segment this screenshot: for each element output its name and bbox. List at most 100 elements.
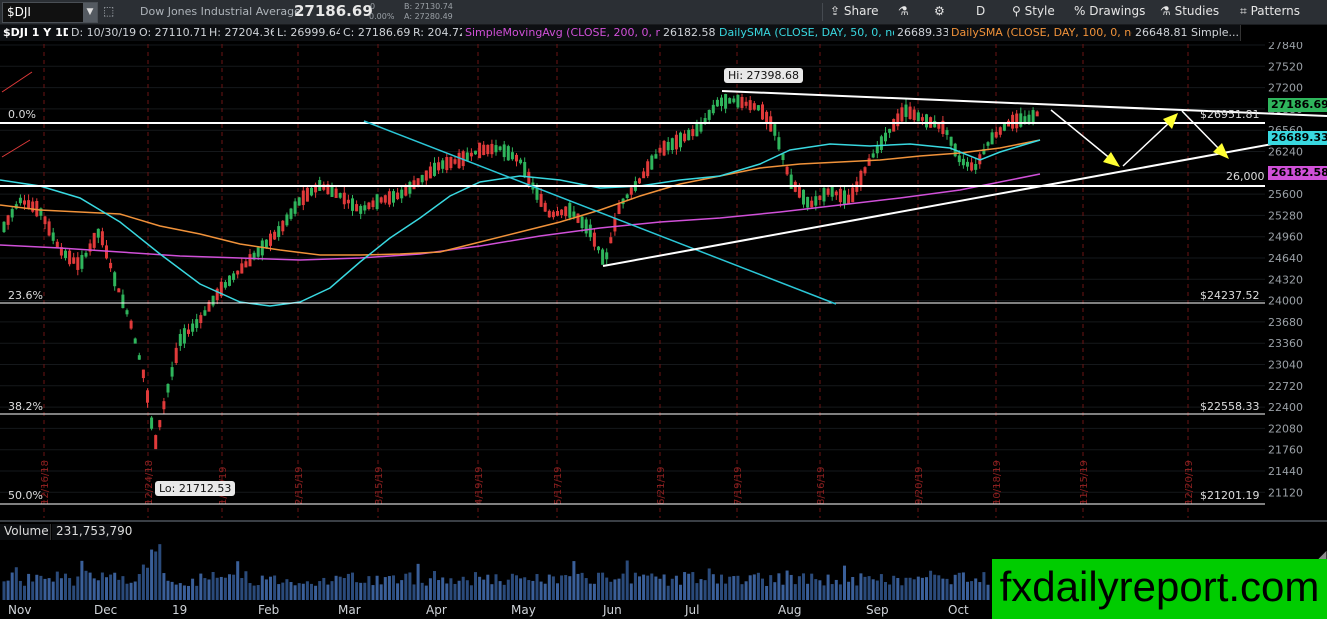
candle-body <box>679 132 682 148</box>
volume-bar <box>162 573 166 600</box>
volume-bar <box>420 582 424 600</box>
date-marker-label: 9/20/19 <box>914 466 925 505</box>
volume-bar <box>810 573 814 600</box>
volume-bar <box>187 585 190 600</box>
patterns-button[interactable]: ⌗ Patterns <box>1240 2 1300 21</box>
candle-body <box>449 156 453 169</box>
gear-icon: ⚙ <box>934 4 945 18</box>
candle-body <box>1031 110 1035 123</box>
top-toolbar: $DJI ▼ ⬚ Dow Jones Industrial Average 27… <box>0 0 1327 25</box>
candle-body <box>670 138 674 151</box>
symbol-selector[interactable]: $DJI ▼ <box>2 2 98 23</box>
volume-bar <box>986 584 990 600</box>
volume-bars <box>2 544 990 600</box>
sma200-price-tag: 26182.58 <box>1268 166 1327 180</box>
volume-bar <box>137 574 141 600</box>
volume-bar <box>916 576 920 600</box>
settings-button[interactable]: ⚙ <box>934 2 945 21</box>
volume-bar <box>929 570 933 600</box>
candle-body <box>355 204 359 212</box>
volume-bar <box>383 577 387 600</box>
fib-382-label: 38.2% <box>8 400 43 413</box>
volume-bar <box>900 585 904 600</box>
price-chart[interactable]: 12/16/1812/24/181/18/192/15/193/15/194/1… <box>0 42 1327 520</box>
volume-bar <box>2 581 6 600</box>
candle-body <box>556 210 559 216</box>
candle-body <box>728 98 732 104</box>
candle-body <box>900 107 904 122</box>
volume-bar <box>756 572 760 600</box>
symbol-input[interactable]: $DJI <box>7 5 31 19</box>
candle-body <box>568 202 572 218</box>
fib-236-value: $24237.52 <box>1200 289 1260 302</box>
volume-bar <box>334 575 338 600</box>
candle-body <box>359 205 363 214</box>
candle-body <box>547 210 551 218</box>
candle-body <box>597 246 600 251</box>
volume-bar <box>355 582 359 600</box>
volume-bar <box>715 583 719 600</box>
price-axis-label: 26240 <box>1268 146 1303 159</box>
volume-bar <box>396 583 400 600</box>
candle-body <box>236 270 240 275</box>
candle-body <box>170 367 174 377</box>
candle-body <box>990 132 994 145</box>
volume-bar <box>519 578 523 600</box>
price-axis-label: 21760 <box>1268 444 1303 457</box>
style-button[interactable]: ⚲ Style <box>1012 2 1055 21</box>
date-marker-label: 10/18/19 <box>992 460 1003 505</box>
candle-body <box>740 97 744 108</box>
share-button[interactable]: ⇪ Share <box>830 2 879 21</box>
drawings-button[interactable]: % Drawings <box>1074 2 1145 21</box>
candle-body <box>806 196 810 208</box>
sma200-label[interactable]: SimpleMovingAvg (CLOSE, 200, 0, no) <box>462 25 673 41</box>
candle-body <box>986 142 990 146</box>
candle-body <box>629 187 633 195</box>
candle-body <box>133 338 137 344</box>
candle-body <box>420 174 424 183</box>
volume-bar <box>711 574 715 600</box>
volume-bar <box>847 581 851 600</box>
last-price-tag: 27186.69 <box>1268 98 1327 112</box>
price-axis-label: 23360 <box>1268 337 1303 350</box>
date-marker-label: 12/24/18 <box>144 460 155 505</box>
date-tick: Aug <box>778 603 802 617</box>
volume-bar <box>662 574 666 600</box>
link-icon[interactable]: ⬚ <box>103 4 114 18</box>
chevron-down-icon[interactable]: ▼ <box>83 3 97 22</box>
candle-body <box>121 294 125 309</box>
volume-bar <box>133 581 137 600</box>
date-marker-label: 6/21/19 <box>656 466 667 505</box>
drawings-label: Drawings <box>1089 4 1146 18</box>
volume-bar <box>879 574 883 600</box>
chart-title[interactable]: $DJI 1 Y 1D <box>0 25 72 41</box>
candle-body <box>851 187 855 203</box>
sma50-label[interactable]: DailySMA (CLOSE, DAY, 50, 0, no) <box>716 25 903 41</box>
candle-body <box>687 129 691 141</box>
sma100-label[interactable]: DailySMA (CLOSE, DAY, 100, 0, no) <box>948 25 1142 41</box>
volume-bar <box>39 575 43 600</box>
volume-bar <box>941 578 945 600</box>
volume-bar <box>379 584 383 600</box>
more-studies[interactable]: Simple... <box>1188 25 1241 41</box>
aggregation-button[interactable]: D <box>976 2 985 21</box>
volume-bar <box>482 579 486 600</box>
volume-bar <box>68 578 72 600</box>
volume-bar <box>650 573 654 600</box>
volume-bar <box>597 572 600 600</box>
volume-bar <box>580 572 584 600</box>
candle-body <box>64 250 67 259</box>
candle-body <box>830 185 834 197</box>
candle-body <box>404 186 408 196</box>
studies-button[interactable]: ⚗ Studies <box>1160 2 1219 21</box>
volume-bar <box>109 574 113 600</box>
volume-bar <box>301 583 305 600</box>
candle-body <box>802 189 805 205</box>
volume-bar <box>441 577 445 600</box>
volume-bar <box>629 583 633 600</box>
volume-bar <box>609 581 613 600</box>
downtrend-channel-line[interactable] <box>363 120 837 305</box>
flask-button[interactable]: ⚗ <box>898 2 909 21</box>
candle-body <box>182 328 186 344</box>
candle-body <box>592 232 596 247</box>
